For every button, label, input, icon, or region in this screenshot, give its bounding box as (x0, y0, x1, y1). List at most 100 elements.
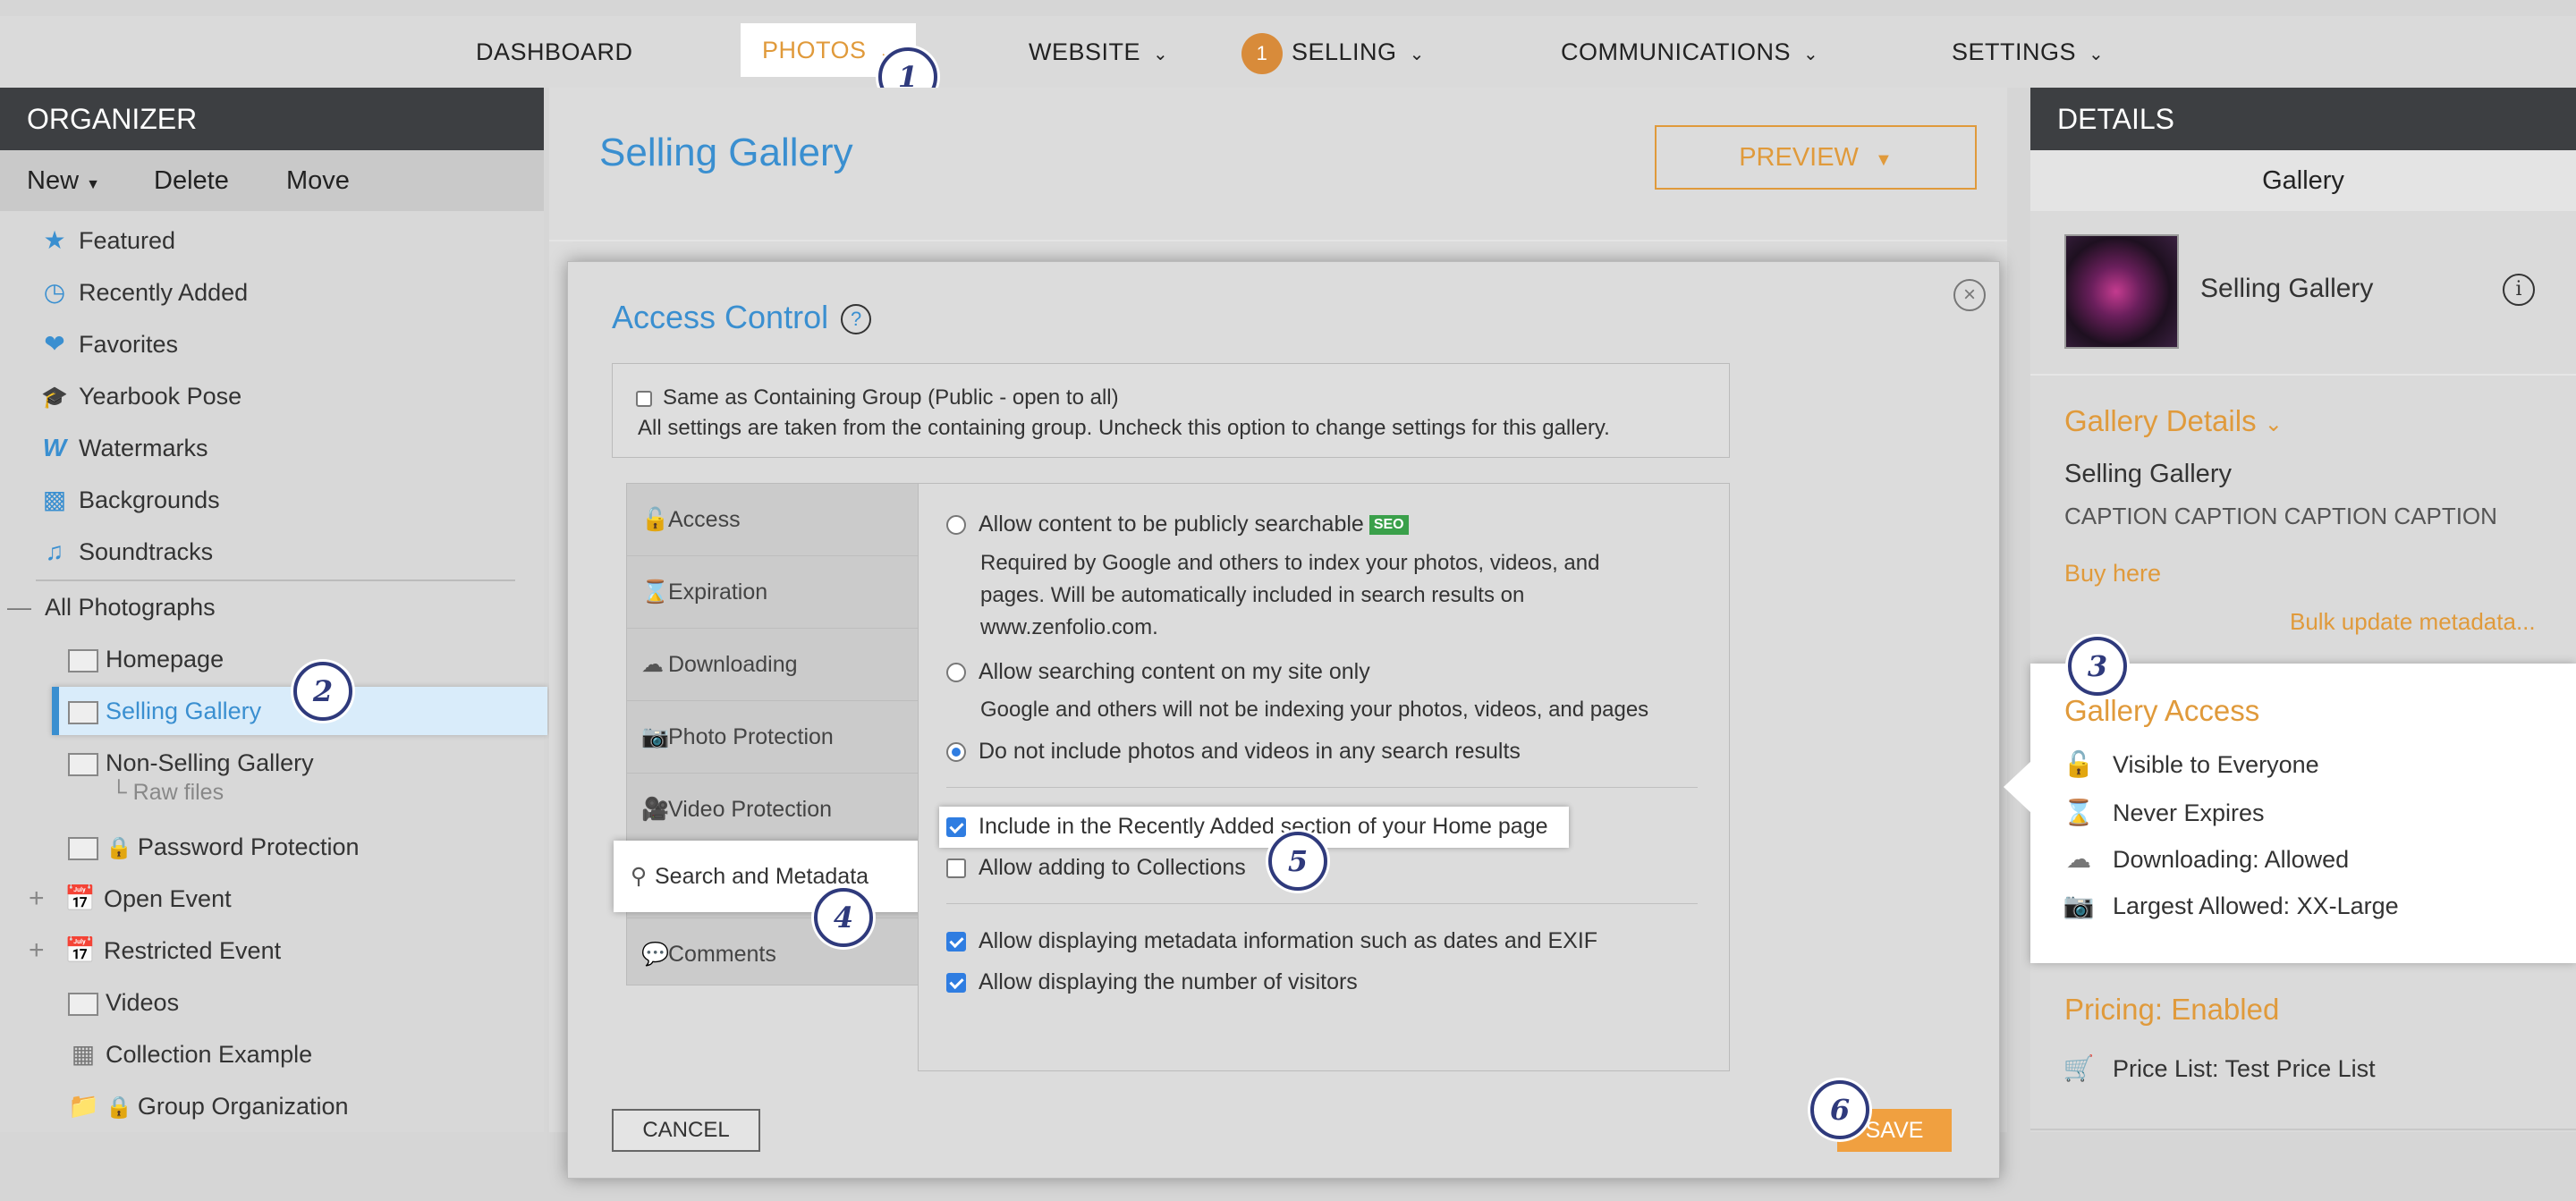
tree-item-label: Collection Example (106, 1041, 313, 1068)
camera-icon: 📷 (641, 724, 670, 749)
all-photographs[interactable]: — All Photographs (7, 581, 216, 633)
visitors-checkbox[interactable] (946, 973, 966, 994)
tree-item-open-event[interactable]: + 📅 Open Event (29, 873, 232, 925)
callout-3: 3 (2068, 637, 2127, 696)
no-search-option[interactable]: Do not include photos and videos in any … (946, 739, 1521, 765)
nav-selling[interactable]: 1 SELLING ⌄ (1241, 16, 1425, 88)
sidebar-item-favorites[interactable]: ❤ Favorites (39, 318, 540, 370)
nav-settings[interactable]: SETTINGS ⌄ (1952, 16, 2104, 88)
public-search-radio[interactable] (946, 515, 966, 536)
dialog-title-text: Access Control (612, 299, 829, 335)
metadata-label: Allow displaying metadata information su… (979, 928, 1598, 953)
public-search-option[interactable]: Allow content to be publicly searchable S… (946, 512, 1409, 537)
same-as-group-checkbox-row[interactable]: Same as Containing Group (Public - open … (636, 385, 1119, 410)
gallery-thumbnail[interactable] (2064, 234, 2179, 349)
sidebar-item-watermarks[interactable]: W Watermarks (39, 422, 540, 474)
tab-photo-protection[interactable]: 📷Photo Protection (627, 701, 918, 774)
site-only-radio[interactable] (946, 663, 966, 683)
tab-downloading[interactable]: ☁ Downloading (627, 629, 918, 701)
gallery-access-head: Gallery Access (2064, 694, 2260, 727)
tree-item-password-protection[interactable]: 🔒 Password Protection (68, 821, 360, 873)
tab-access[interactable]: 🔓Access (627, 484, 918, 556)
caret-down-icon: ▼ (86, 177, 100, 192)
help-icon[interactable]: ? (841, 304, 872, 335)
tree-item-homepage[interactable]: Homepage (68, 633, 224, 685)
sidebar-item-featured[interactable]: ★ Featured (39, 215, 540, 266)
close-icon[interactable]: × (1953, 279, 1986, 311)
site-only-option[interactable]: Allow searching content on my site only (946, 659, 1370, 685)
sidebar-item-recently-added[interactable]: ◷ Recently Added (39, 266, 540, 318)
caret-down-icon: ▼ (1875, 150, 1893, 170)
visitors-option[interactable]: Allow displaying the number of visitors (946, 969, 1358, 995)
divider (2030, 1129, 2576, 1130)
details-type-bar: Gallery (2030, 150, 2576, 211)
recently-added-option[interactable]: Include in the Recently Added section of… (946, 814, 1548, 840)
chevron-down-icon: ⌄ (1153, 45, 1169, 64)
lock-icon: 🔒 (106, 1095, 132, 1120)
gallery-caption: CAPTION CAPTION CAPTION CAPTION (2064, 503, 2497, 529)
tab-comments[interactable]: 💬Comments (627, 918, 918, 990)
collections-checkbox[interactable] (946, 858, 966, 879)
tree-item-selling-gallery[interactable]: Selling Gallery (68, 685, 261, 737)
no-search-radio[interactable] (946, 742, 966, 763)
nav-dashboard[interactable]: DASHBOARD (476, 16, 633, 88)
card-pointer (2004, 760, 2032, 814)
tab-expiration[interactable]: ⌛Expiration (627, 556, 918, 629)
info-icon[interactable]: i (2503, 274, 2535, 306)
nav-communications-label: COMMUNICATIONS (1561, 38, 1791, 65)
nav-communications[interactable]: COMMUNICATIONS ⌄ (1561, 16, 1818, 88)
camera-icon: 📷 (2063, 892, 2095, 919)
same-as-group-checkbox[interactable] (636, 390, 652, 407)
metadata-checkbox[interactable] (946, 932, 966, 952)
tab-label: Search and Metadata (655, 864, 869, 889)
gallery-details-toggle[interactable]: Gallery Details ⌄ (2064, 404, 2283, 438)
new-button-label: New (27, 166, 80, 195)
access-expires-label: Never Expires (2113, 799, 2265, 826)
tree-item-label: Restricted Event (104, 937, 282, 964)
tab-label: Expiration (668, 579, 768, 605)
heart-icon: ❤ (44, 330, 65, 358)
access-visible-row: 🔓 Visible to Everyone (2061, 749, 2319, 779)
delete-button[interactable]: Delete (154, 150, 229, 211)
preview-button[interactable]: PREVIEW ▼ (1655, 125, 1977, 190)
expand-icon[interactable]: + (29, 873, 48, 925)
cancel-button[interactable]: CANCEL (612, 1109, 760, 1152)
tree-item-restricted-event[interactable]: + 📅 Restricted Event (29, 925, 281, 977)
clock-icon: ◷ (43, 278, 66, 306)
same-as-group-description: All settings are taken from the containi… (638, 416, 1610, 440)
buy-here-link[interactable]: Buy here (2064, 560, 2161, 588)
new-button[interactable]: New ▼ (27, 150, 100, 211)
details-title: DETAILS (2030, 88, 2576, 150)
expand-icon[interactable]: + (29, 925, 48, 977)
bulk-update-link[interactable]: Bulk update metadata... (2290, 608, 2536, 636)
tab-video-protection[interactable]: 🎥Video Protection (627, 774, 918, 846)
background-icon: ▩ (42, 486, 67, 513)
tree-item-label: Raw files (132, 780, 225, 805)
branch-icon: └ (111, 780, 133, 805)
tree-item-collection-example[interactable]: ▦ Collection Example (68, 1028, 312, 1080)
music-note-icon: ♫ (45, 537, 64, 565)
collections-option[interactable]: Allow adding to Collections (946, 855, 1246, 881)
metadata-option[interactable]: Allow displaying metadata information su… (946, 928, 1597, 954)
tree-item-videos[interactable]: Videos (68, 977, 179, 1028)
site-only-description: Google and others will not be indexing y… (980, 698, 1649, 722)
recently-added-checkbox[interactable] (946, 817, 966, 838)
sidebar-item-label: Watermarks (79, 435, 208, 461)
visitors-label: Allow displaying the number of visitors (979, 969, 1358, 994)
tree-item-group-organization[interactable]: 📁 🔒 Group Organization (68, 1080, 349, 1132)
hourglass-icon: ⌛ (641, 579, 670, 605)
move-button[interactable]: Move (286, 150, 350, 211)
sidebar-item-soundtracks[interactable]: ♫ Soundtracks (39, 526, 540, 578)
sidebar-item-backgrounds[interactable]: ▩ Backgrounds (39, 474, 540, 526)
public-search-label: Allow content to be publicly searchable (979, 512, 1364, 537)
tree-item-label: Open Event (104, 885, 232, 912)
nav-website[interactable]: WEBSITE ⌄ (1029, 16, 1168, 88)
tree-item-raw-files[interactable]: └ Raw files (111, 780, 224, 806)
chevron-down-icon: ⌄ (1803, 45, 1819, 64)
preview-button-label: PREVIEW (1739, 143, 1859, 172)
page-title: Selling Gallery (599, 131, 853, 174)
tab-search-metadata[interactable]: ⚲ Search and Metadata (614, 841, 930, 912)
image-icon (68, 992, 98, 1016)
sidebar-item-yearbook-pose[interactable]: 🎓 Yearbook Pose (39, 370, 540, 422)
sidebar-item-label: Favorites (79, 331, 179, 358)
